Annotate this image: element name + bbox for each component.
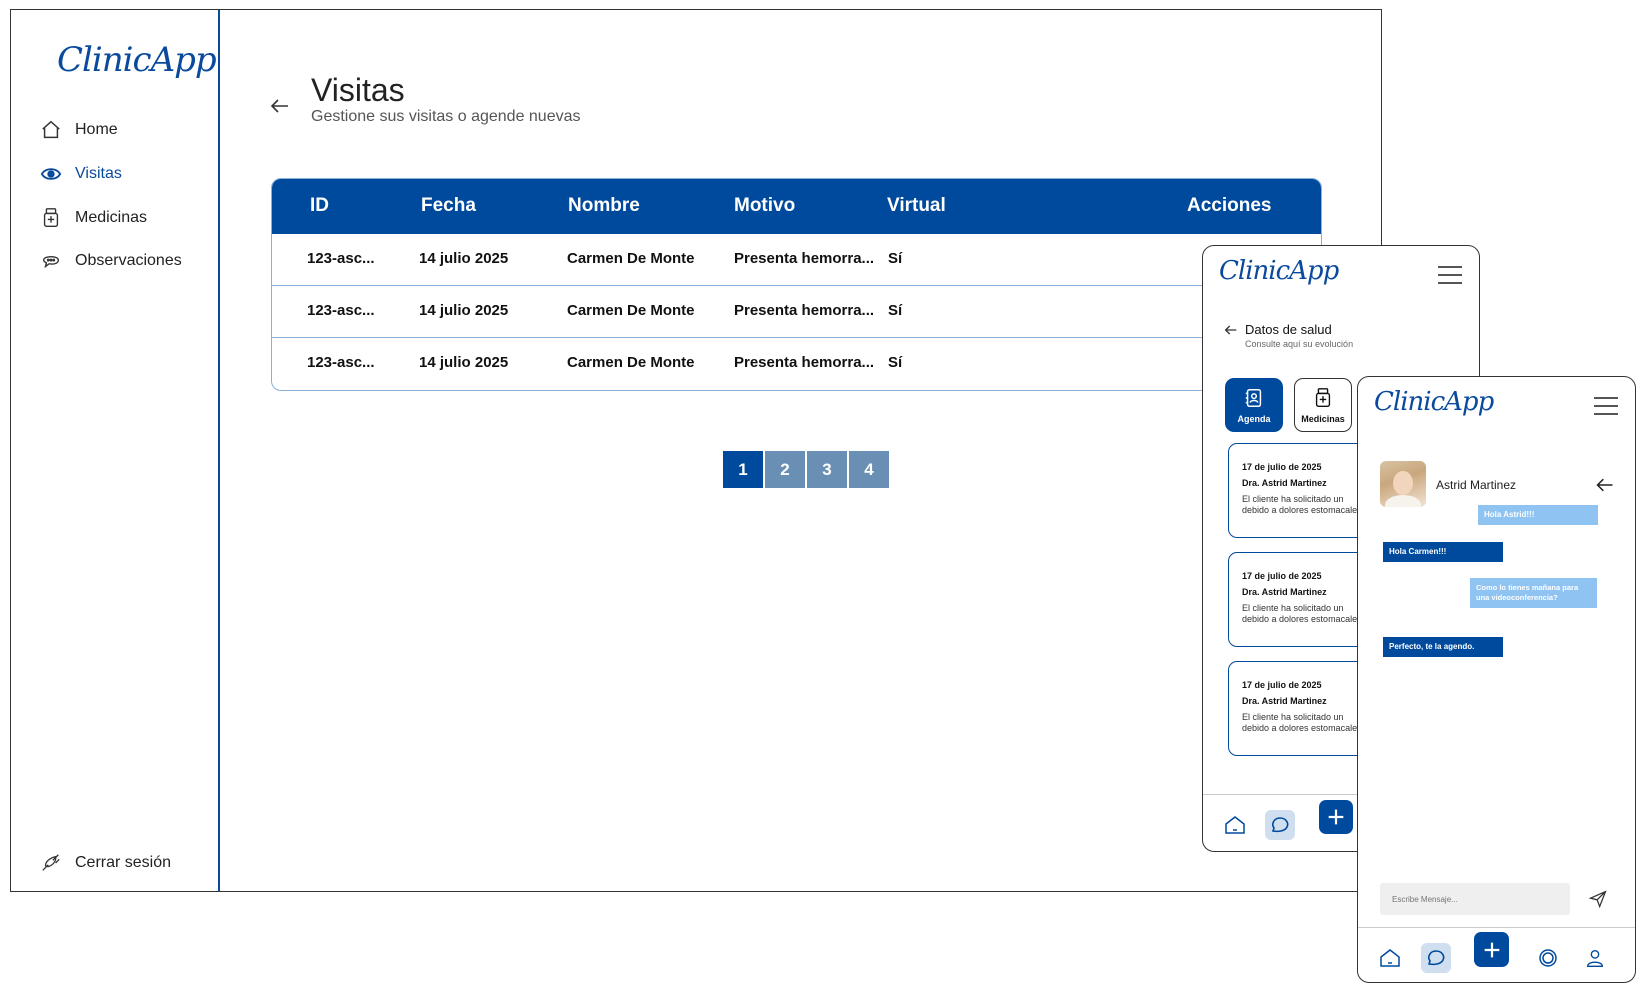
camera-icon[interactable] <box>1534 944 1562 972</box>
tab-medicinas[interactable]: Medicinas <box>1294 378 1352 432</box>
cell-virtual: Sí <box>888 302 903 319</box>
cell-id: 123-asc... <box>307 250 375 267</box>
medicine-kit-icon <box>1312 387 1334 411</box>
cell-motivo: Presenta hemorra... <box>734 354 875 371</box>
visits-table: ID Fecha Nombre Motivo Virtual Acciones … <box>271 178 1322 391</box>
back-arrow-icon[interactable] <box>268 94 292 118</box>
menu-icon[interactable] <box>1594 397 1618 415</box>
table-row[interactable]: 123-asc... 14 julio 2025 Carmen De Monte… <box>272 286 1321 338</box>
chat-message-incoming: Hola Carmen!!! <box>1383 542 1503 562</box>
cell-nombre: Carmen De Monte <box>567 354 695 371</box>
tab-label: Medicinas <box>1301 413 1345 424</box>
tab-label: Agenda <box>1237 413 1271 424</box>
medicine-kit-icon <box>39 206 63 230</box>
user-icon[interactable] <box>1581 944 1609 972</box>
logout-button[interactable]: Cerrar sesión <box>39 851 171 875</box>
home-icon[interactable] <box>1376 944 1404 972</box>
cell-fecha: 14 julio 2025 <box>419 354 509 371</box>
column-header-id: ID <box>310 195 329 216</box>
chat-message-outgoing: Hola Astrid!!! <box>1478 505 1598 525</box>
app-logo: ClinicApp <box>1219 256 1339 286</box>
chat-message-incoming: Perfecto, te la agendo. <box>1383 637 1503 657</box>
sidebar-item-label: Observaciones <box>75 252 182 269</box>
sidebar-item-home[interactable]: Home <box>39 118 118 142</box>
page-subtitle: Gestione sus visitas o agende nuevas <box>311 108 581 125</box>
column-header-virtual: Virtual <box>887 195 946 216</box>
home-icon <box>39 118 63 142</box>
pagination: 1 2 3 4 <box>723 451 889 488</box>
sidebar-item-observaciones[interactable]: Observaciones <box>39 249 182 273</box>
sidebar-item-label: Medicinas <box>75 209 148 226</box>
cell-nombre: Carmen De Monte <box>567 302 695 319</box>
menu-icon[interactable] <box>1438 266 1462 284</box>
page-button-3[interactable]: 3 <box>807 451 847 488</box>
logout-label: Cerrar sesión <box>75 854 172 871</box>
message-input[interactable] <box>1380 883 1570 915</box>
desktop-window: ClinicApp Home Visitas Medicinas Observa… <box>10 9 1382 892</box>
cell-id: 123-asc... <box>307 302 375 319</box>
chat-icon[interactable] <box>1265 810 1295 840</box>
screen-title: Datos de salud <box>1245 322 1332 337</box>
eye-icon <box>39 162 63 186</box>
cell-motivo: Presenta hemorra... <box>734 302 875 319</box>
table-row[interactable]: 123-asc... 14 julio 2025 Carmen De Monte… <box>272 338 1321 390</box>
column-header-fecha: Fecha <box>421 195 476 216</box>
chat-message-outgoing: Como lo tienes mañana para una videoconf… <box>1470 578 1597 608</box>
screen-subtitle: Consulte aquí su evolución <box>1245 339 1354 349</box>
back-arrow-icon[interactable] <box>1594 475 1614 493</box>
back-arrow-icon[interactable] <box>1223 322 1239 338</box>
cell-nombre: Carmen De Monte <box>567 250 695 267</box>
logout-icon <box>39 851 63 875</box>
cell-virtual: Sí <box>888 354 903 371</box>
app-logo: ClinicApp <box>57 40 217 80</box>
avatar <box>1380 461 1426 507</box>
send-icon[interactable] <box>1587 889 1609 909</box>
page-button-2[interactable]: 2 <box>765 451 805 488</box>
cell-virtual: Sí <box>888 250 903 267</box>
app-logo: ClinicApp <box>1374 387 1494 417</box>
bottom-nav <box>1358 927 1635 982</box>
sidebar-item-medicinas[interactable]: Medicinas <box>39 206 147 230</box>
table-header: ID Fecha Nombre Motivo Virtual Acciones <box>272 179 1321 234</box>
table-row[interactable]: 123-asc... 14 julio 2025 Carmen De Monte… <box>272 234 1321 286</box>
chat-bubbles-icon <box>39 249 63 273</box>
cell-fecha: 14 julio 2025 <box>419 250 509 267</box>
agenda-icon <box>1243 387 1265 411</box>
column-header-nombre: Nombre <box>568 195 640 216</box>
home-icon[interactable] <box>1221 811 1249 839</box>
sidebar-item-label: Visitas <box>75 165 122 182</box>
plus-icon[interactable] <box>1319 800 1353 834</box>
mobile-chat-screen: ClinicApp Astrid Martinez Hola Astrid!!!… <box>1357 376 1636 983</box>
page-button-1[interactable]: 1 <box>723 451 763 488</box>
sidebar-item-label: Home <box>75 121 118 138</box>
cell-fecha: 14 julio 2025 <box>419 302 509 319</box>
page-title: Visitas <box>311 72 405 108</box>
chat-icon[interactable] <box>1421 943 1451 973</box>
tab-agenda[interactable]: Agenda <box>1225 378 1283 432</box>
sidebar-item-visitas[interactable]: Visitas <box>39 162 122 186</box>
sidebar: ClinicApp Home Visitas Medicinas Observa… <box>11 10 220 891</box>
cell-motivo: Presenta hemorra... <box>734 250 875 267</box>
cell-id: 123-asc... <box>307 354 375 371</box>
contact-name: Astrid Martinez <box>1436 478 1517 492</box>
column-header-motivo: Motivo <box>734 195 796 216</box>
plus-icon[interactable] <box>1474 932 1509 967</box>
page-button-4[interactable]: 4 <box>849 451 889 488</box>
column-header-acciones: Acciones <box>1187 195 1272 216</box>
